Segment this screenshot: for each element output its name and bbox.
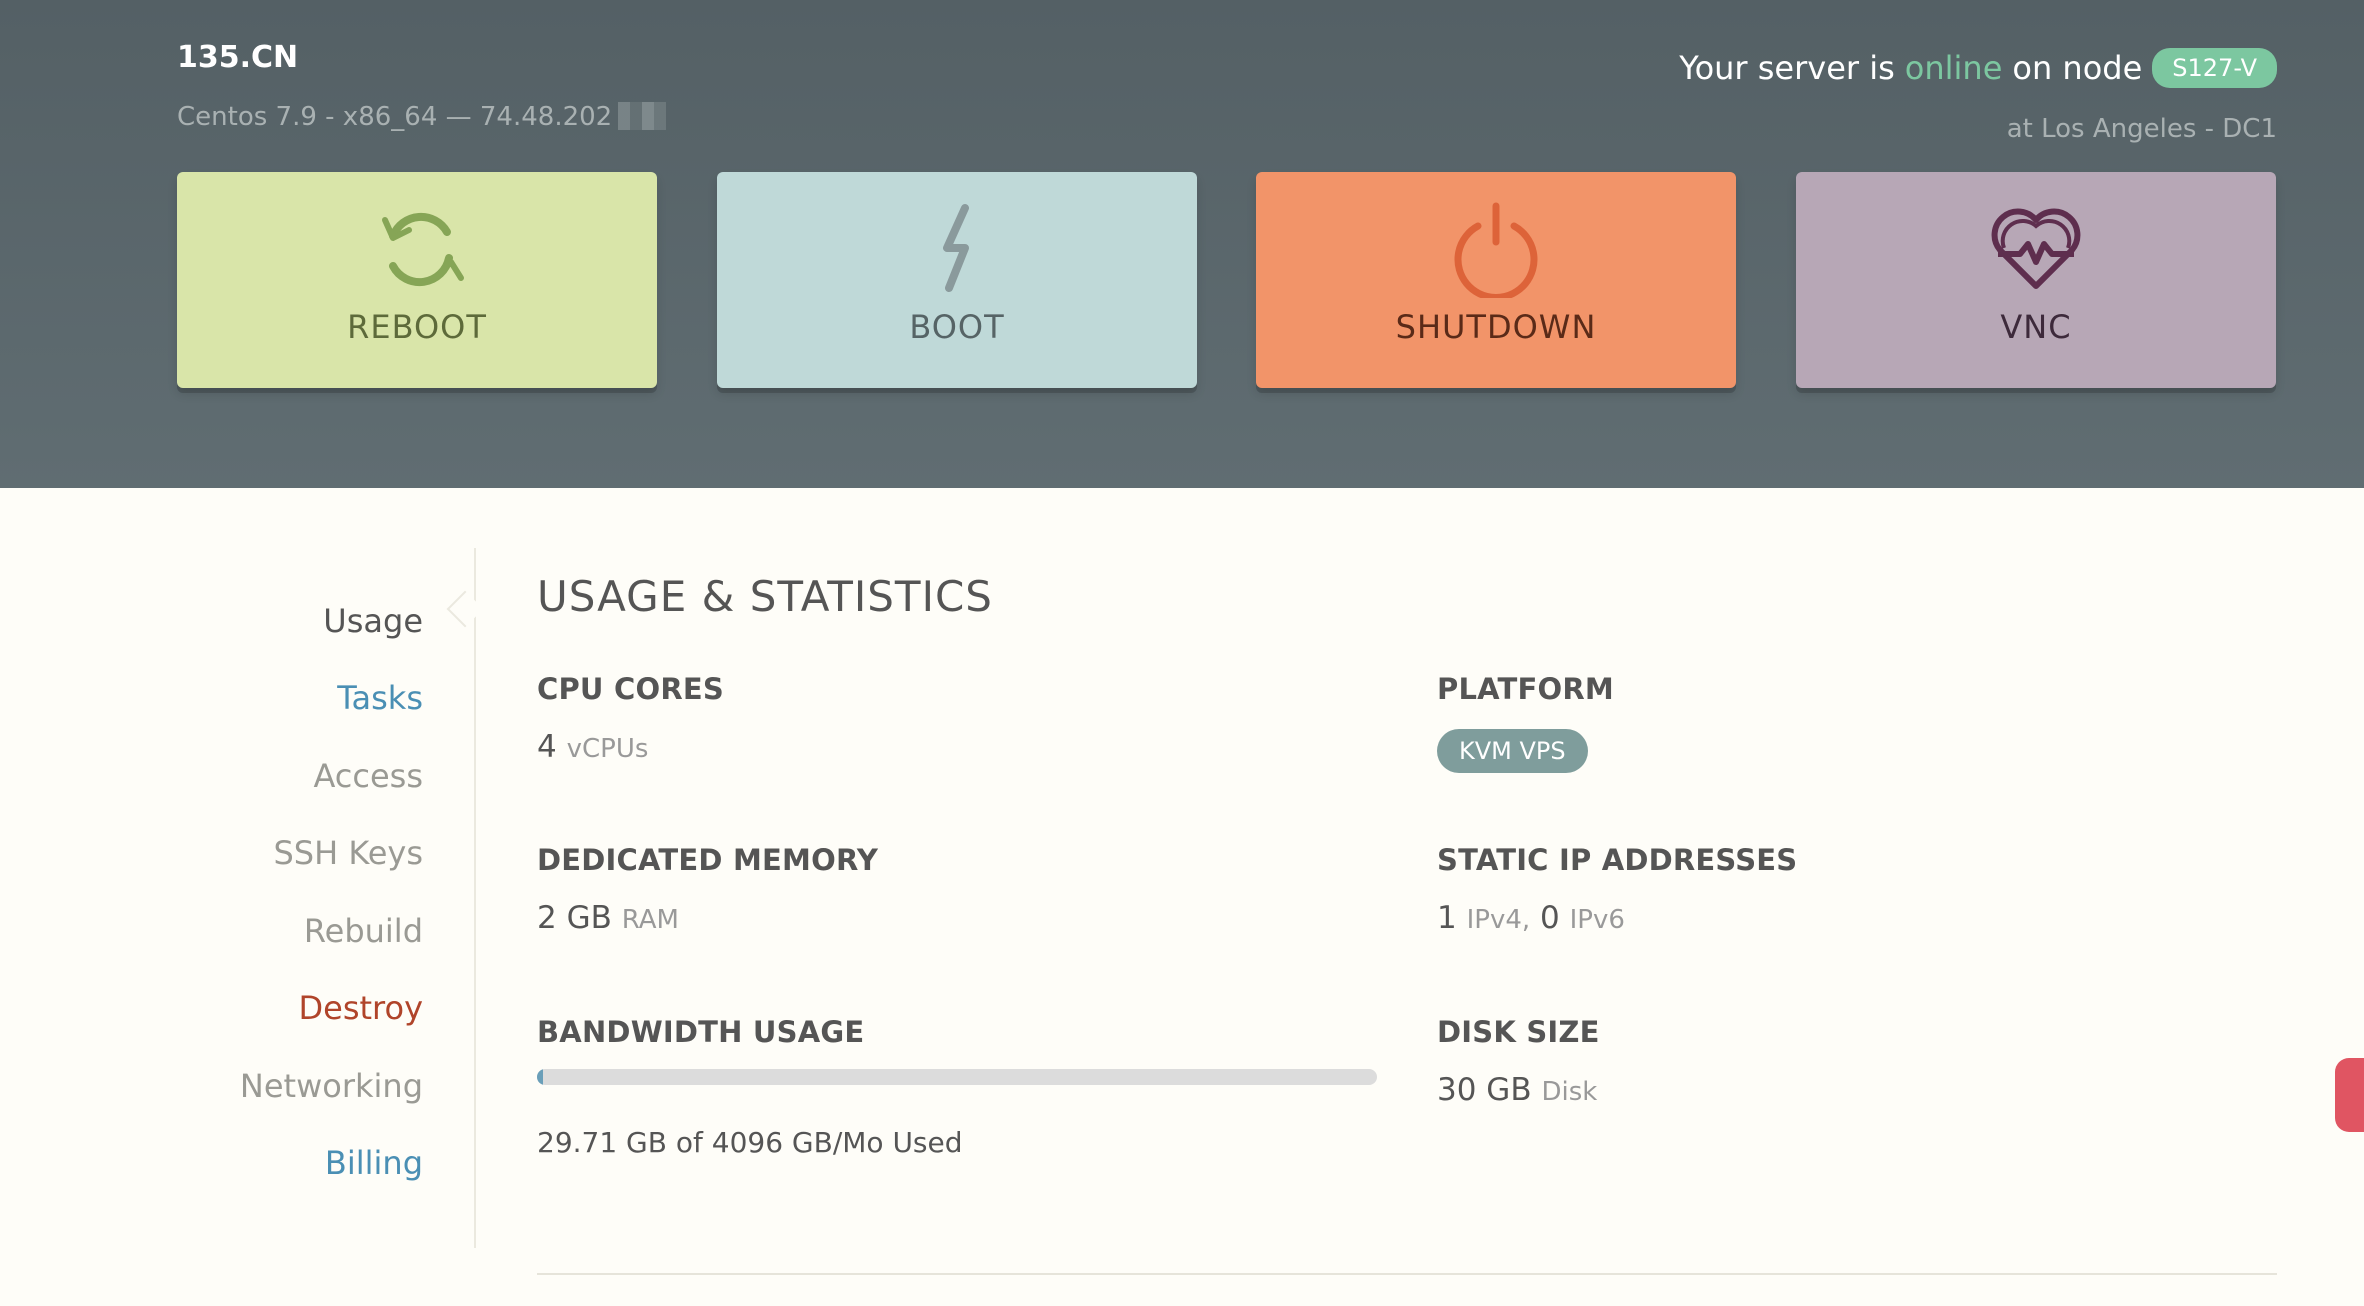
power-icon <box>1446 198 1546 298</box>
server-location: at Los Angeles - DC1 <box>2006 114 2277 144</box>
vnc-button[interactable]: VNC <box>1796 172 2276 388</box>
lightning-icon <box>907 198 1007 298</box>
cpu-unit: vCPUs <box>566 734 649 764</box>
server-status: Your server is online on node S127-V <box>1679 48 2277 88</box>
shutdown-button[interactable]: SHUTDOWN <box>1256 172 1736 388</box>
sidebar-item-ssh-keys[interactable]: SSH Keys <box>273 834 423 872</box>
ip-label: STATIC IP ADDRESSES <box>1437 843 1798 877</box>
ipv4-unit: IPv4, <box>1466 905 1531 935</box>
memory-label: DEDICATED MEMORY <box>537 843 879 877</box>
cpu-label: CPU CORES <box>537 672 724 706</box>
reboot-icon <box>367 198 467 298</box>
server-hostname: 135.CN <box>177 40 299 75</box>
heart-pulse-icon <box>1986 198 2086 298</box>
bandwidth-label: BANDWIDTH USAGE <box>537 1015 865 1049</box>
platform-badge: KVM VPS <box>1437 729 1588 773</box>
ipv6-unit: IPv6 <box>1569 905 1625 935</box>
ip-redaction-mask <box>618 102 667 130</box>
bandwidth-progress-fill <box>537 1069 544 1085</box>
ipv6-count: 0 <box>1540 900 1560 936</box>
memory-unit: RAM <box>621 905 679 935</box>
cpu-count: 4 <box>537 729 557 765</box>
shutdown-label: SHUTDOWN <box>1395 308 1597 346</box>
sidebar-item-networking[interactable]: Networking <box>240 1067 423 1105</box>
status-online-word: online <box>1904 49 2003 87</box>
sidebar-item-destroy[interactable]: Destroy <box>298 989 423 1027</box>
sidebar-item-access[interactable]: Access <box>313 757 423 795</box>
reboot-label: REBOOT <box>347 308 487 346</box>
disk-label: DISK SIZE <box>1437 1015 1600 1049</box>
disk-value: 30 GB Disk <box>1437 1072 1597 1108</box>
node-badge: S127-V <box>2152 48 2277 88</box>
active-item-caret <box>446 590 484 628</box>
sidebar-item-tasks[interactable]: Tasks <box>337 679 423 717</box>
boot-button[interactable]: BOOT <box>717 172 1197 388</box>
ip-value: 1 IPv4, 0 IPv6 <box>1437 900 1625 936</box>
vnc-label: VNC <box>2000 308 2072 346</box>
server-header: 135.CN Centos 7.9 - x86_64 — 74.48.202 Y… <box>0 0 2364 488</box>
sidebar-item-billing[interactable]: Billing <box>325 1144 423 1182</box>
memory-value: 2 GB RAM <box>537 900 679 936</box>
reboot-button[interactable]: REBOOT <box>177 172 657 388</box>
os-ip-text: Centos 7.9 - x86_64 — 74.48.202 <box>177 102 613 132</box>
status-suffix: on node <box>2012 49 2143 87</box>
sidebar-nav: Usage Tasks Access SSH Keys Rebuild Dest… <box>0 548 484 1248</box>
boot-label: BOOT <box>909 308 1005 346</box>
ipv4-count: 1 <box>1437 900 1457 936</box>
section-title: USAGE & STATISTICS <box>537 572 993 621</box>
disk-amount: 30 GB <box>1437 1072 1532 1108</box>
status-prefix: Your server is <box>1679 49 1895 87</box>
bandwidth-usage-text: 29.71 GB of 4096 GB/Mo Used <box>537 1126 963 1159</box>
memory-amount: 2 GB <box>537 900 612 936</box>
section-divider <box>537 1273 2277 1275</box>
bandwidth-progress-bar <box>537 1069 1377 1085</box>
cpu-value: 4 vCPUs <box>537 729 648 765</box>
server-os-line: Centos 7.9 - x86_64 — 74.48.202 <box>177 102 667 132</box>
floating-feedback-tab[interactable] <box>2335 1058 2364 1132</box>
sidebar-item-usage[interactable]: Usage <box>323 602 423 640</box>
disk-unit: Disk <box>1541 1077 1598 1107</box>
sidebar-item-rebuild[interactable]: Rebuild <box>304 912 423 950</box>
platform-label: PLATFORM <box>1437 672 1614 706</box>
